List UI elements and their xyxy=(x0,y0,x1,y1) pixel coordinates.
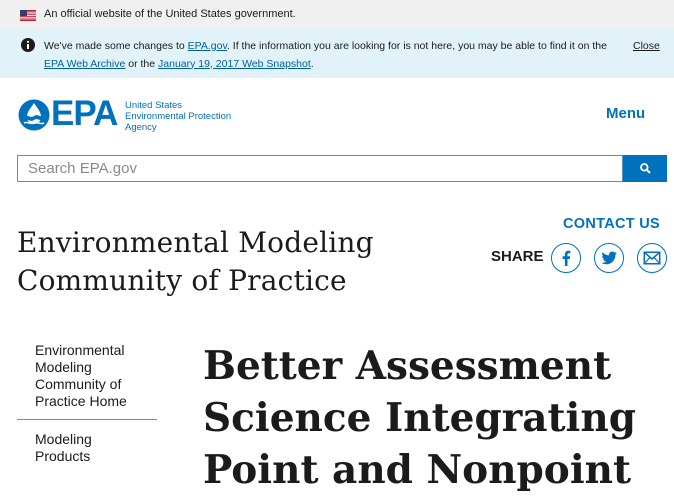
agency-name: United States Environmental Protection A… xyxy=(125,100,231,133)
info-icon xyxy=(21,38,35,52)
email-icon xyxy=(643,251,661,265)
logo-letters: EPA xyxy=(51,94,118,133)
gov-banner: An official website of the United States… xyxy=(0,0,674,29)
notice-text-part: We've made some changes to xyxy=(44,40,188,52)
agency-name-line: United States xyxy=(125,100,183,111)
page-title: Environmental Modeling Community of Prac… xyxy=(17,224,437,300)
agency-name-line: Agency xyxy=(125,122,157,133)
epa-seal-icon xyxy=(18,99,50,131)
epa-gov-link[interactable]: EPA.gov xyxy=(188,40,227,52)
contact-us-link[interactable]: CONTACT US xyxy=(563,216,660,232)
search-input[interactable] xyxy=(18,156,622,181)
web-snapshot-link[interactable]: January 19, 2017 Web Snapshot xyxy=(158,58,311,70)
sidenav-item-modeling-products[interactable]: Modeling Products xyxy=(35,431,150,465)
gov-banner-text: An official website of the United States… xyxy=(44,8,296,20)
menu-button[interactable]: Menu xyxy=(606,105,645,122)
facebook-icon xyxy=(562,250,571,266)
content-heading: Better Assessment Science Integrating Po… xyxy=(203,340,674,496)
content-heading-line: Better Assessment xyxy=(203,343,612,389)
notice-text-part: . xyxy=(310,57,314,70)
email-share-button[interactable] xyxy=(637,243,667,273)
twitter-share-button[interactable] xyxy=(594,243,624,273)
page-title-line: Community of Practice xyxy=(17,264,347,297)
notice-text-part: . If the information you are looking for… xyxy=(226,40,607,52)
sidenav-item-home[interactable]: Environmental Modeling Community of Prac… xyxy=(35,342,150,410)
web-archive-link[interactable]: EPA Web Archive xyxy=(44,58,125,70)
notice-text: We've made some changes to EPA.gov. If t… xyxy=(44,38,619,73)
facebook-share-button[interactable] xyxy=(551,243,581,273)
site-notice: We've made some changes to EPA.gov. If t… xyxy=(0,29,674,78)
content-heading-line: Point and Nonpoint xyxy=(203,447,632,493)
notice-close-button[interactable]: Close xyxy=(633,38,660,56)
sidenav-divider xyxy=(17,419,157,420)
twitter-icon xyxy=(601,251,617,265)
share-label: SHARE xyxy=(491,248,544,265)
search-button[interactable] xyxy=(623,155,667,182)
notice-text-part: or the xyxy=(125,57,159,70)
search-icon xyxy=(640,163,651,174)
page-title-line: Environmental Modeling xyxy=(17,226,374,259)
content-heading-line: Science Integrating xyxy=(203,395,636,441)
agency-name-line: Environmental Protection xyxy=(125,111,232,122)
us-flag-icon xyxy=(20,10,36,21)
search-box xyxy=(17,155,623,182)
